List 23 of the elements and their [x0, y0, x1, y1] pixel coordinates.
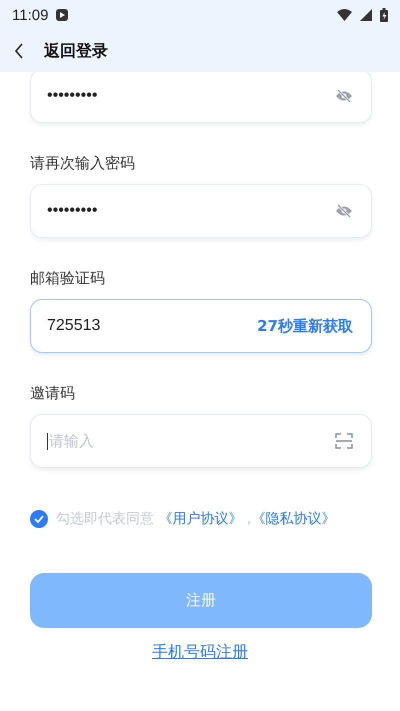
check-icon: [34, 515, 44, 523]
password-field[interactable]: •••••••••: [30, 184, 372, 238]
page-title: 返回登录: [44, 40, 108, 62]
agree-checkbox[interactable]: [30, 510, 48, 528]
eye-off-icon[interactable]: [335, 204, 353, 218]
signal-icon: [360, 9, 372, 21]
password-field[interactable]: •••••••••: [30, 72, 372, 123]
play-icon: [56, 9, 68, 21]
back-icon[interactable]: [14, 43, 24, 59]
scan-icon[interactable]: [335, 433, 353, 449]
battery-icon: [380, 8, 388, 22]
field-label: 请再次输入密码: [30, 153, 136, 173]
resend-code-link[interactable]: 27秒重新获取: [257, 316, 353, 336]
agreement-text: 勾选即代表同意 《用户协议》 ,《隐私协议》: [56, 510, 336, 528]
eye-off-icon[interactable]: [335, 89, 353, 103]
agreement-link[interactable]: 《用户协议》: [158, 511, 242, 527]
phone-register-link[interactable]: 手机号码注册: [152, 642, 248, 663]
field-label: 邀请码: [30, 383, 76, 403]
code-field[interactable]: 725513 27秒重新获取: [30, 299, 372, 353]
wifi-icon: [337, 9, 352, 21]
status-time: 11:09: [12, 6, 48, 24]
field-label: 邮箱验证码: [30, 268, 106, 288]
agreement-link[interactable]: 《隐私协议》: [251, 511, 336, 527]
